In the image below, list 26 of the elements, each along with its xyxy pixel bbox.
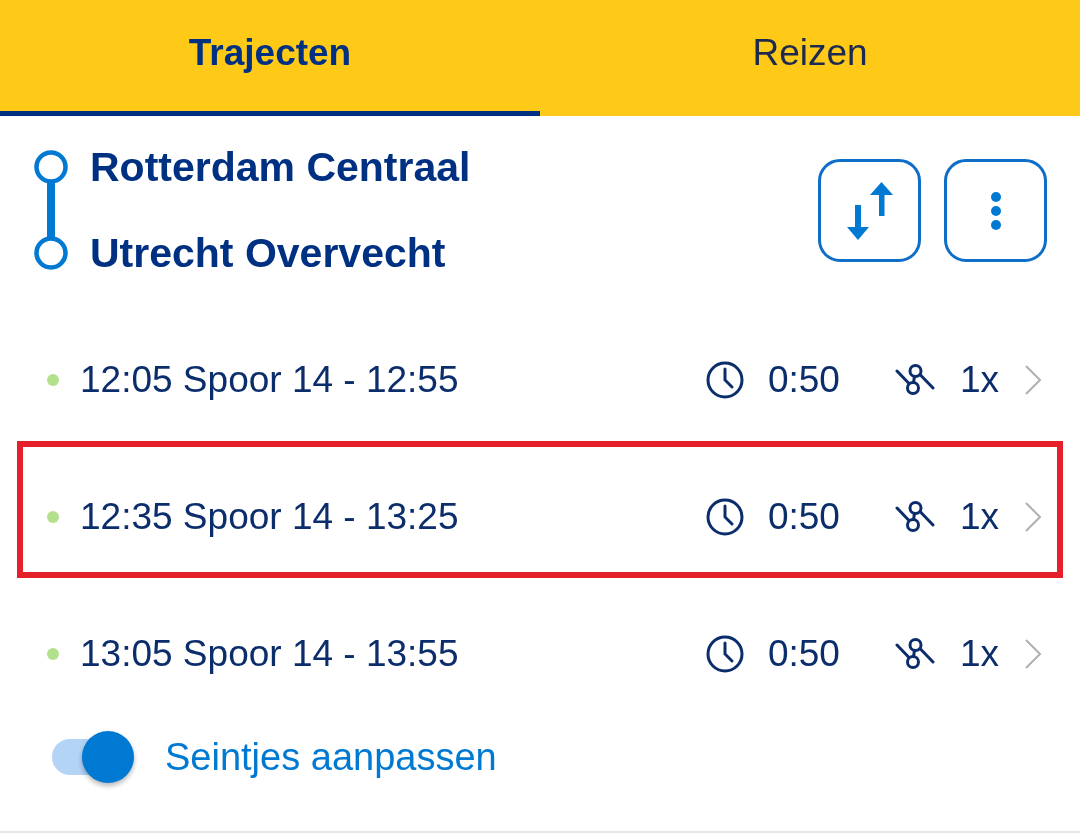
toggle-label[interactable]: Seintjes aanpassen bbox=[165, 731, 497, 783]
clock-icon bbox=[705, 634, 744, 673]
swap-arrows-icon bbox=[846, 181, 893, 240]
route-line-icon bbox=[33, 149, 69, 271]
transfer-icon bbox=[894, 362, 935, 397]
vertical-dots-icon bbox=[990, 191, 1001, 230]
transfer-icon bbox=[894, 499, 935, 534]
clock-icon bbox=[705, 497, 744, 536]
transfer-count: 1x bbox=[959, 495, 999, 538]
trip-duration: 0:50 bbox=[767, 632, 840, 675]
clock-icon bbox=[705, 360, 744, 399]
tab[interactable]: Reizen bbox=[540, 0, 1080, 116]
trip-duration: 0:50 bbox=[767, 495, 840, 538]
transfer-icon bbox=[894, 636, 935, 671]
trip-times[interactable]: 13:05 Spoor 14 - 13:55 bbox=[80, 632, 706, 675]
trip-times[interactable]: 12:35 Spoor 14 - 13:25 bbox=[80, 495, 706, 538]
trip-times[interactable]: 12:05 Spoor 14 - 12:55 bbox=[80, 358, 706, 401]
transfer-count: 1x bbox=[959, 632, 999, 675]
trip-duration: 0:50 bbox=[767, 358, 840, 401]
toggle-switch[interactable] bbox=[52, 731, 134, 783]
tab[interactable]: Trajecten bbox=[0, 0, 540, 116]
swap-button[interactable] bbox=[818, 159, 921, 262]
arrival-station: Utrecht Overvecht bbox=[90, 235, 446, 271]
transfer-count: 1x bbox=[959, 358, 999, 401]
departure-station: Rotterdam Centraal bbox=[90, 149, 471, 185]
more-button[interactable] bbox=[944, 159, 1047, 262]
